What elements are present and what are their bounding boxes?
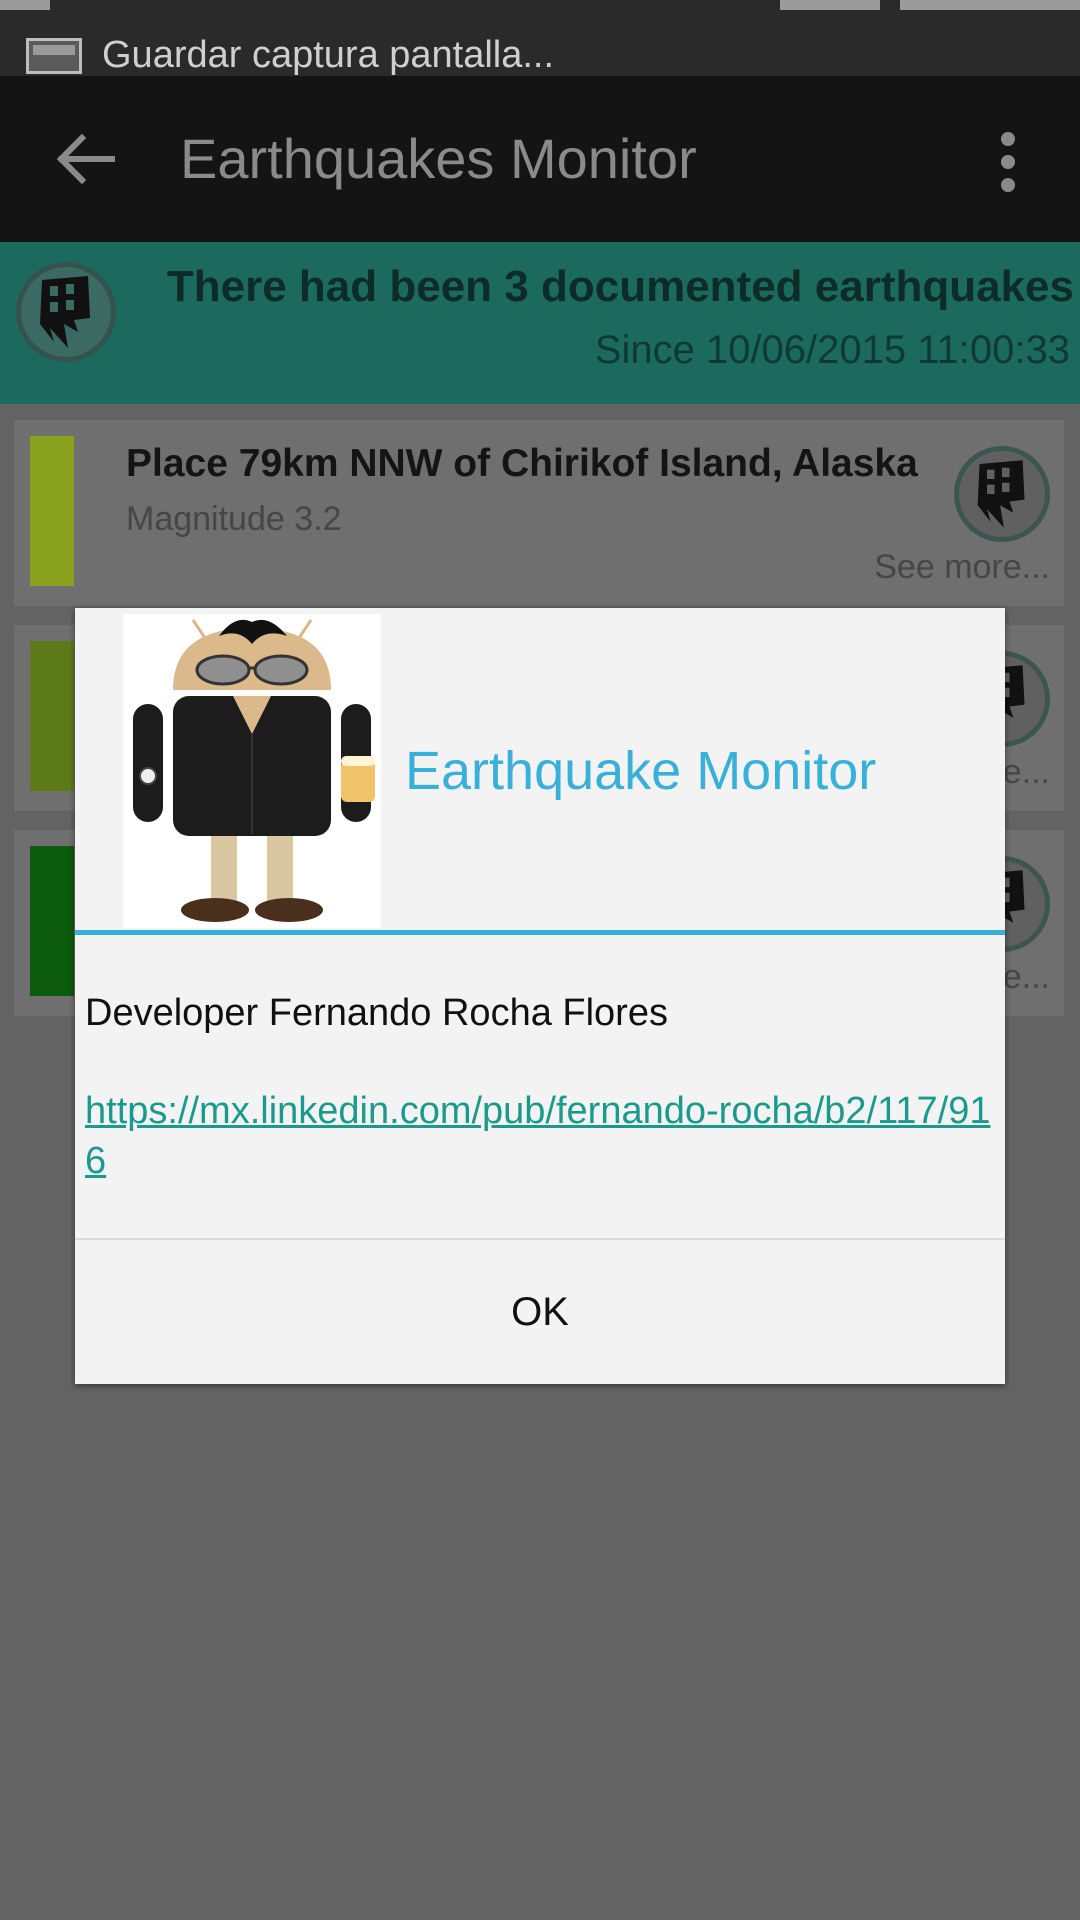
- linkedin-link[interactable]: https://mx.linkedin.com/pub/fernando-roc…: [75, 1086, 995, 1186]
- notification-text: Guardar captura pantalla...: [102, 34, 555, 76]
- app-title: Earthquakes Monitor: [180, 127, 697, 190]
- app-bar: Earthquakes Monitor: [0, 76, 1080, 242]
- status-indicator: [0, 0, 50, 10]
- about-dialog: Earthquake Monitor Developer Fernando Ro…: [75, 608, 1005, 1384]
- magnitude-color-bar: [30, 846, 74, 996]
- summary-banner: There had been 3 documented earthquakes …: [0, 242, 1080, 404]
- overflow-menu-icon[interactable]: [996, 132, 1020, 204]
- status-indicator: [780, 0, 880, 10]
- dialog-title: Earthquake Monitor: [405, 741, 877, 801]
- developer-name: Developer Fernando Rocha Flores: [85, 992, 668, 1034]
- screenshot-icon: [26, 38, 82, 74]
- earthquake-count: There had been 3 documented earthquakes: [166, 262, 1074, 311]
- magnitude-color-bar: [30, 436, 74, 586]
- earthquake-building-icon: [954, 446, 1050, 542]
- back-arrow-icon[interactable]: [52, 126, 118, 192]
- magnitude-color-bar: [30, 641, 74, 791]
- status-indicator: [900, 0, 1080, 10]
- earthquake-place: Place 79km NNW of Chirikof Island, Alask…: [126, 442, 918, 485]
- see-more-link[interactable]: See more...: [874, 548, 1050, 587]
- dialog-header: Earthquake Monitor: [75, 608, 1005, 934]
- earthquake-magnitude: Magnitude 3.2: [126, 500, 342, 538]
- earthquake-list-item[interactable]: Place 79km NNW of Chirikof Island, Alask…: [14, 420, 1064, 606]
- dialog-title-divider: [75, 930, 1005, 935]
- since-timestamp: Since 10/06/2015 11:00:33: [594, 328, 1070, 372]
- earthquake-building-icon: [16, 262, 116, 362]
- status-bar: Guardar captura pantalla...: [0, 0, 1080, 76]
- developer-avatar: [123, 614, 381, 928]
- ok-button[interactable]: OK: [75, 1240, 1005, 1384]
